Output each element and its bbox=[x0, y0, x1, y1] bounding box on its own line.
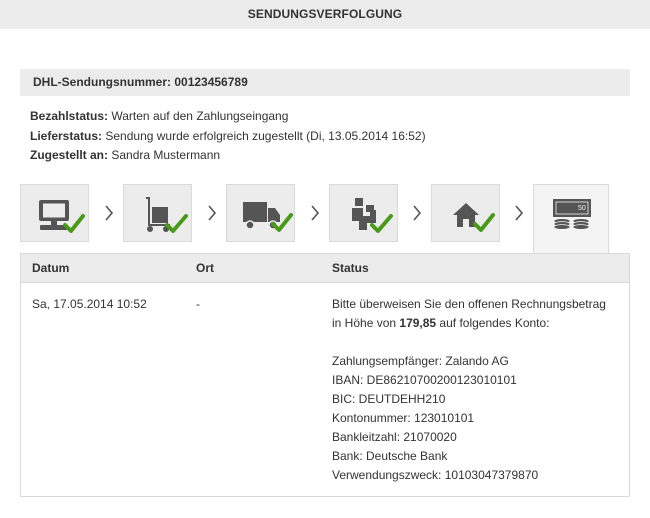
event-date: Sa, 17.05.2014 10:52 bbox=[32, 297, 147, 311]
step-payment[interactable]: 50 bbox=[533, 184, 609, 254]
status-text-line-1: Bitte überweisen Sie den offenen Rechnun… bbox=[332, 297, 606, 311]
status-text-suffix: auf folgendes Konto: bbox=[436, 316, 550, 330]
payment-status-label: Bezahlstatus: bbox=[30, 109, 109, 123]
bank-detail-recipient: Zahlungsempfänger: Zalando AG bbox=[332, 354, 509, 368]
warehouse-cart-icon bbox=[146, 197, 188, 233]
chevron-right-icon bbox=[311, 205, 320, 221]
chevron-right-icon bbox=[208, 205, 217, 221]
shipment-info: Bezahlstatus: Warten auf den Zahlungsein… bbox=[30, 107, 630, 166]
table-row: Sa, 17.05.2014 10:52 - Bitte überweisen … bbox=[21, 283, 629, 495]
column-header-place: Ort bbox=[196, 261, 214, 275]
tracking-progress-steps: 50 bbox=[20, 184, 630, 254]
status-text-prefix: in Höhe von bbox=[332, 316, 400, 330]
recipient-line: Zugestellt an: Sandra Mustermann bbox=[30, 146, 630, 166]
table-header: Datum Ort Status bbox=[21, 254, 629, 283]
computer-icon bbox=[39, 200, 85, 233]
tracking-events-table: Datum Ort Status Sa, 17.05.2014 10:52 - … bbox=[20, 253, 630, 497]
house-icon bbox=[453, 203, 495, 232]
chevron-right-icon bbox=[105, 205, 114, 221]
payment-status-line: Bezahlstatus: Warten auf den Zahlungsein… bbox=[30, 107, 630, 127]
step-warehouse[interactable] bbox=[123, 184, 192, 242]
recipient-value: Sandra Mustermann bbox=[111, 148, 221, 162]
event-place: - bbox=[196, 297, 200, 311]
invoice-amount: 179,85 bbox=[399, 316, 437, 330]
bank-detail-reference: Verwendungszweck: 10103047379870 bbox=[332, 468, 539, 482]
bank-detail-bank: Bank: Deutsche Bank bbox=[332, 449, 448, 463]
delivery-status-value: Sendung wurde erfolgreich zugestellt (Di… bbox=[105, 128, 426, 143]
tracking-number-bar: DHL-Sendungsnummer: 00123456789 bbox=[20, 69, 630, 96]
delivery-truck-icon bbox=[243, 202, 293, 232]
step-handover[interactable] bbox=[329, 184, 398, 242]
status-text-line-2: in Höhe von 179,85 auf folgendes Konto: bbox=[332, 314, 606, 333]
page-header: SENDUNGSVERFOLGUNG bbox=[0, 0, 650, 29]
chevron-right-icon bbox=[515, 205, 524, 221]
tracking-number-value: 00123456789 bbox=[174, 75, 248, 89]
handover-icon bbox=[352, 198, 393, 233]
column-header-status: Status bbox=[332, 261, 369, 275]
column-header-date: Datum bbox=[32, 261, 70, 275]
bank-detail-bic: BIC: DEUTDEHH210 bbox=[332, 392, 446, 406]
page-title: SENDUNGSVERFOLGUNG bbox=[247, 7, 403, 21]
chevron-right-icon bbox=[413, 205, 422, 221]
tracking-number-label: DHL-Sendungsnummer: bbox=[33, 75, 171, 89]
recipient-label: Zugestellt an: bbox=[30, 148, 109, 162]
check-icon bbox=[473, 213, 495, 232]
payment-status-value: Warten auf den Zahlungseingang bbox=[111, 109, 289, 123]
delivery-status-line: Lieferstatus: Sendung wurde erfolgreich … bbox=[30, 127, 630, 147]
banknote-value: 50 bbox=[578, 205, 586, 212]
bank-detail-account-number: Kontonummer: 123010101 bbox=[332, 411, 475, 425]
delivery-status-label: Lieferstatus: bbox=[30, 128, 103, 143]
event-status: Bitte überweisen Sie den offenen Rechnun… bbox=[332, 295, 606, 485]
bank-detail-bank-code: Bankleitzahl: 21070020 bbox=[332, 430, 457, 444]
step-in-transit[interactable] bbox=[226, 184, 295, 242]
payment-money-icon: 50 bbox=[553, 199, 591, 230]
bank-detail-iban: IBAN: DE86210700200123010101 bbox=[332, 373, 517, 387]
step-delivered[interactable] bbox=[431, 184, 500, 242]
check-icon bbox=[165, 214, 188, 233]
step-order-placed[interactable] bbox=[20, 184, 89, 242]
